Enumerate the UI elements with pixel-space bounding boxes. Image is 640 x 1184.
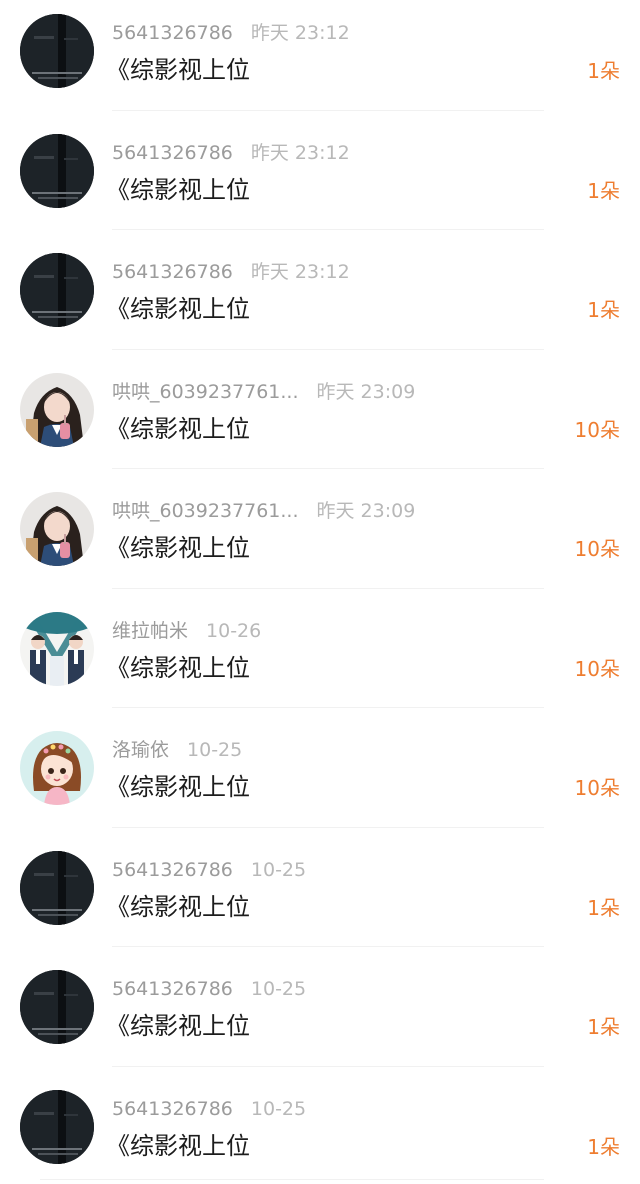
username[interactable]: 洛瑜依 [112, 739, 169, 761]
gift-count: 1朵 [587, 298, 620, 322]
gift-count: 1朵 [587, 1015, 620, 1039]
user-avatar[interactable] [20, 253, 94, 327]
gift-record-list: 5641326786 昨天 23:12 《综影视上位 1朵 5641326786 昨… [0, 0, 640, 1184]
record-meta: 哄哄_6039237761... 昨天 23:09 [112, 377, 415, 407]
girl-photo-avatar-icon [20, 373, 94, 447]
gift-record-row[interactable]: 维拉帕米 10-26 《综影视上位 10朵 [0, 598, 640, 718]
username[interactable]: 5641326786 [112, 142, 233, 164]
gift-count: 10朵 [574, 537, 620, 561]
user-avatar[interactable] [20, 851, 94, 925]
username[interactable]: 5641326786 [112, 261, 233, 283]
record-meta: 5641326786 10-25 [112, 855, 306, 885]
record-time: 10-25 [187, 739, 243, 761]
gift-record-row[interactable]: 哄哄_6039237761... 昨天 23:09 《综影视上位 10朵 [0, 359, 640, 479]
record-meta: 哄哄_6039237761... 昨天 23:09 [112, 496, 415, 526]
user-avatar[interactable] [20, 1090, 94, 1164]
row-divider [112, 109, 544, 111]
dark-photo-avatar-icon [20, 1090, 94, 1164]
row-divider [112, 587, 544, 589]
record-meta: 5641326786 昨天 23:12 [112, 18, 350, 48]
row-divider [112, 946, 544, 947]
user-avatar[interactable] [20, 612, 94, 686]
book-title: 《综影视上位 [106, 56, 250, 84]
book-title: 《综影视上位 [106, 653, 250, 682]
record-time: 10-25 [250, 1097, 307, 1120]
gift-count: 1朵 [587, 59, 620, 83]
user-avatar[interactable] [20, 134, 94, 208]
row-divider [112, 348, 544, 350]
record-meta: 5641326786 昨天 23:12 [112, 138, 350, 168]
book-title: 《综影视上位 [106, 414, 250, 443]
girl-photo-avatar-icon [20, 492, 94, 566]
record-time: 10-26 [206, 619, 262, 642]
record-time: 昨天 23:09 [316, 380, 416, 403]
record-meta: 5641326786 10-25 [112, 974, 306, 1004]
gift-record-row[interactable]: 5641326786 昨天 23:12 《综影视上位 1朵 [0, 239, 640, 359]
user-avatar[interactable] [20, 731, 94, 805]
book-title: 《综影视上位 [106, 175, 250, 204]
row-divider [112, 707, 544, 708]
gift-record-row[interactable]: 5641326786 10-25 《综影视上位 1朵 [0, 956, 640, 1076]
dark-photo-avatar-icon [20, 134, 94, 208]
students-photo-avatar-icon [20, 612, 94, 686]
record-time: 昨天 23:09 [316, 500, 416, 522]
record-meta: 维拉帕米 10-26 [112, 616, 261, 646]
record-time: 10-25 [250, 978, 307, 1000]
book-title: 《综影视上位 [106, 892, 250, 921]
book-title: 《综影视上位 [106, 1012, 250, 1040]
username[interactable]: 5641326786 [112, 22, 233, 44]
book-title: 《综影视上位 [106, 1131, 250, 1160]
user-avatar[interactable] [20, 492, 94, 566]
record-meta: 5641326786 昨天 23:12 [112, 257, 350, 287]
cartoon-girl-avatar-icon [20, 731, 94, 805]
row-divider [112, 826, 544, 828]
username[interactable]: 5641326786 [112, 978, 233, 1000]
gift-count: 1朵 [587, 178, 620, 203]
record-time: 10-25 [250, 858, 307, 881]
book-title: 《综影视上位 [106, 534, 250, 562]
gift-record-row[interactable]: 5641326786 昨天 23:12 《综影视上位 1朵 [0, 0, 640, 120]
gift-count: 1朵 [587, 1134, 620, 1159]
gift-count: 10朵 [574, 776, 620, 800]
gift-record-row[interactable]: 洛瑜依 10-25 《综影视上位 10朵 [0, 717, 640, 837]
username[interactable]: 5641326786 [112, 1098, 233, 1120]
dark-photo-avatar-icon [20, 970, 94, 1044]
record-time: 昨天 23:12 [250, 22, 350, 44]
gift-record-row[interactable]: 5641326786 10-25 《综影视上位 1朵 [0, 1076, 640, 1184]
row-divider [112, 1065, 544, 1067]
gift-record-row[interactable]: 5641326786 昨天 23:12 《综影视上位 1朵 [0, 120, 640, 240]
record-meta: 洛瑜依 10-25 [112, 735, 242, 765]
row-divider [40, 1179, 544, 1180]
record-meta: 5641326786 10-25 [112, 1094, 306, 1124]
user-avatar[interactable] [20, 970, 94, 1044]
gift-record-row[interactable]: 哄哄_6039237761... 昨天 23:09 《综影视上位 10朵 [0, 478, 640, 598]
gift-count: 1朵 [587, 895, 620, 920]
username[interactable]: 哄哄_6039237761... [112, 381, 299, 403]
book-title: 《综影视上位 [106, 773, 250, 801]
user-avatar[interactable] [20, 14, 94, 88]
username[interactable]: 哄哄_6039237761... [112, 500, 299, 522]
record-time: 昨天 23:12 [250, 141, 350, 164]
book-title: 《综影视上位 [106, 295, 250, 323]
gift-count: 10朵 [574, 417, 620, 442]
user-avatar[interactable] [20, 373, 94, 447]
row-divider [112, 468, 544, 469]
gift-count: 10朵 [574, 656, 620, 681]
gift-record-row[interactable]: 5641326786 10-25 《综影视上位 1朵 [0, 837, 640, 957]
dark-photo-avatar-icon [20, 14, 94, 88]
dark-photo-avatar-icon [20, 253, 94, 327]
username[interactable]: 维拉帕米 [112, 620, 188, 642]
record-time: 昨天 23:12 [250, 261, 350, 283]
row-divider [112, 229, 544, 230]
dark-photo-avatar-icon [20, 851, 94, 925]
username[interactable]: 5641326786 [112, 859, 233, 881]
